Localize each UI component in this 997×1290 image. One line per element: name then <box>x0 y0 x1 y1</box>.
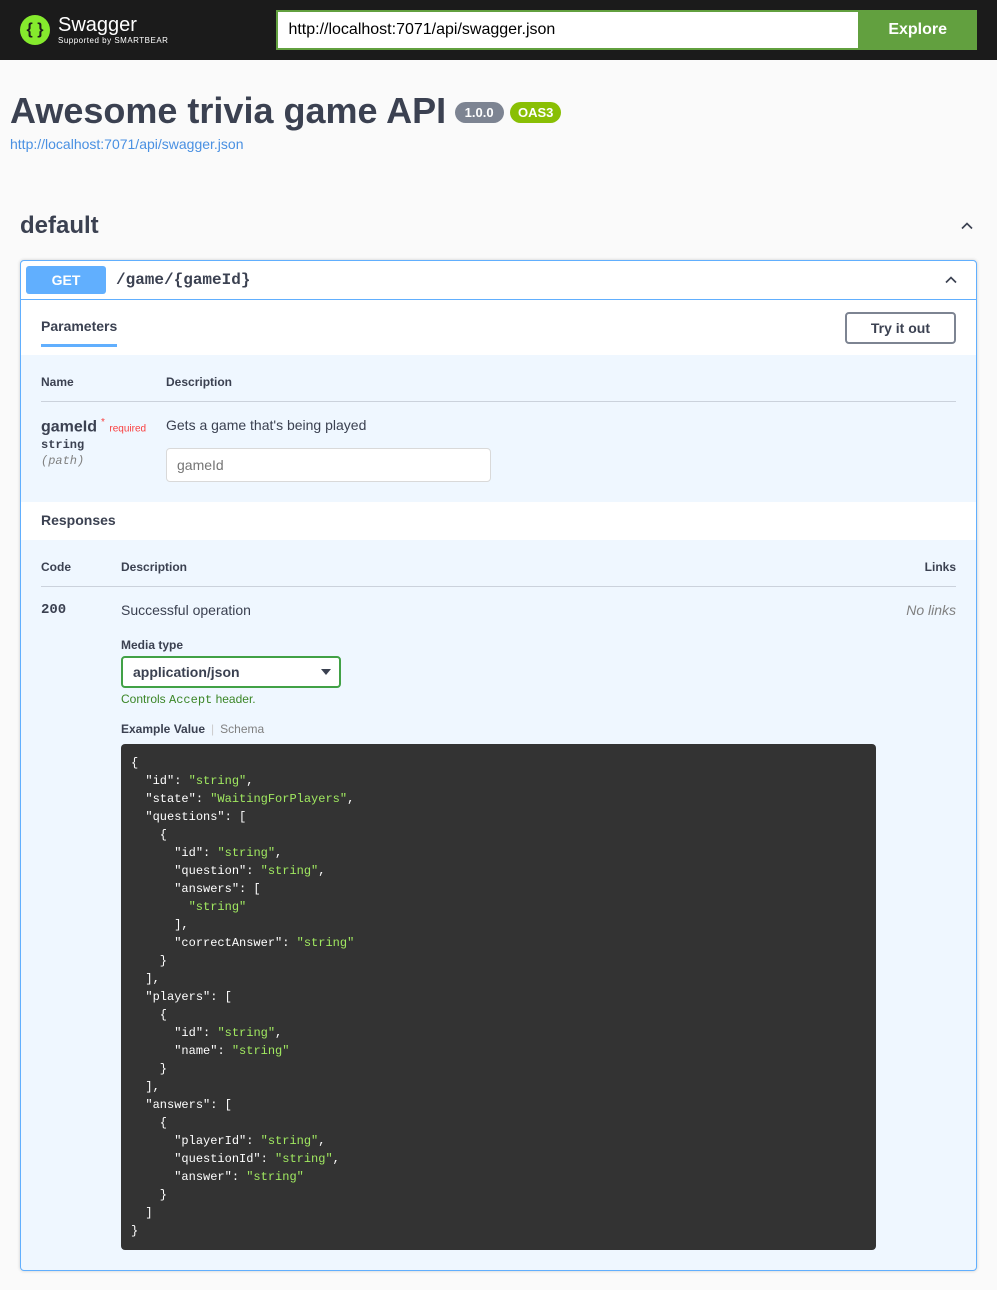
operation-summary[interactable]: GET /game/{gameId} <box>21 261 976 300</box>
operation-path: /game/{gameId} <box>116 271 941 289</box>
spec-url-input[interactable] <box>276 10 858 50</box>
example-code-block: { "id": "string", "state": "WaitingForPl… <box>121 744 876 1250</box>
param-input[interactable] <box>166 448 491 482</box>
responses-header: Responses <box>21 502 976 540</box>
parameters-table: Name Description gameId* required string… <box>21 355 976 502</box>
parameters-title: Parameters <box>41 308 117 347</box>
parameters-header: Parameters Try it out <box>21 300 976 355</box>
logo-subtitle: Supported by SMARTBEAR <box>58 36 168 45</box>
example-tabs: Example Value|Schema <box>121 722 876 736</box>
chevron-up-icon <box>957 216 977 236</box>
method-badge: GET <box>26 266 106 294</box>
response-code: 200 <box>41 602 121 1250</box>
column-links-header: Links <box>876 560 956 574</box>
response-description: Successful operation <box>121 602 876 618</box>
chevron-up-icon <box>941 270 961 290</box>
column-resp-desc-header: Description <box>121 560 876 574</box>
accept-header-hint: Controls Accept header. <box>121 692 876 707</box>
try-it-out-button[interactable]: Try it out <box>845 312 956 344</box>
url-bar: Explore <box>276 10 977 50</box>
tag-header[interactable]: default <box>20 202 977 250</box>
schema-tab[interactable]: Schema <box>220 722 264 736</box>
param-description: Gets a game that's being played <box>166 417 956 433</box>
oas-badge: OAS3 <box>510 102 561 123</box>
spec-url-link[interactable]: http://localhost:7071/api/swagger.json <box>10 136 987 152</box>
media-type-label: Media type <box>121 638 876 652</box>
version-badge: 1.0.0 <box>455 102 504 123</box>
required-star: * <box>97 417 105 428</box>
column-description-header: Description <box>166 375 956 389</box>
required-label: required <box>109 423 146 434</box>
responses-table: Code Description Links 200 Successful op… <box>21 540 976 1270</box>
responses-title: Responses <box>41 502 116 538</box>
param-type: string <box>41 438 166 452</box>
column-name-header: Name <box>41 375 166 389</box>
logo[interactable]: { } Swagger Supported by SMARTBEAR <box>20 15 168 45</box>
operation-block: GET /game/{gameId} Parameters Try it out… <box>20 260 977 1271</box>
logo-text: Swagger <box>58 14 137 36</box>
example-value-tab[interactable]: Example Value <box>121 722 205 736</box>
column-code-header: Code <box>41 560 121 574</box>
api-title: Awesome trivia game API <box>10 90 446 132</box>
param-in: (path) <box>41 454 166 468</box>
response-row: 200 Successful operation Media type appl… <box>41 602 956 1250</box>
parameter-row: gameId* required string (path) Gets a ga… <box>41 417 956 482</box>
api-info: Awesome trivia game API 1.0.0 OAS3 http:… <box>10 90 987 172</box>
media-type-select[interactable]: application/json <box>121 656 341 688</box>
tag-name: default <box>20 212 99 240</box>
response-links: No links <box>876 602 956 1250</box>
explore-button[interactable]: Explore <box>858 10 977 50</box>
topbar: { } Swagger Supported by SMARTBEAR Explo… <box>0 0 997 60</box>
swagger-icon: { } <box>20 15 50 45</box>
param-name: gameId <box>41 418 97 435</box>
